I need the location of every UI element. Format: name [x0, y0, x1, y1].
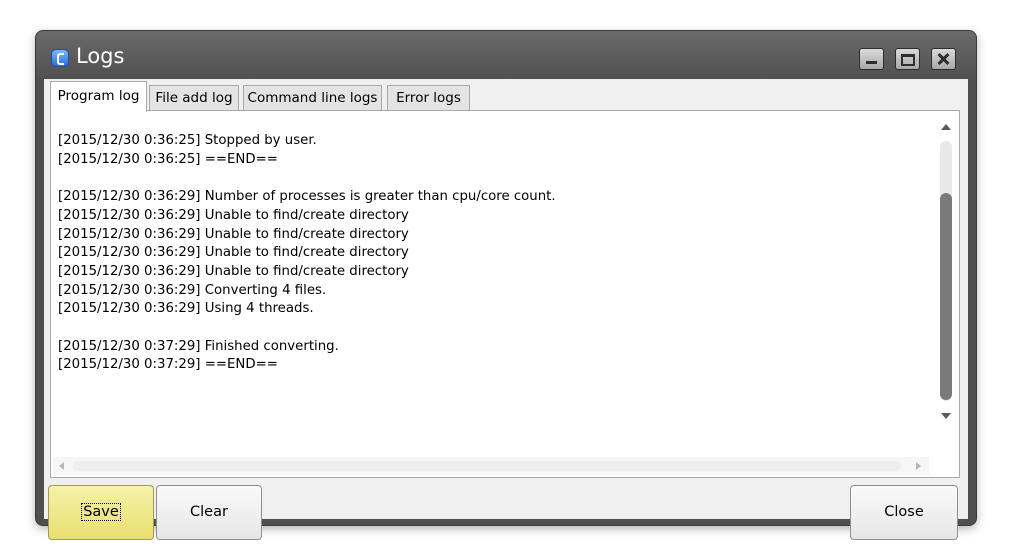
tab-error-logs[interactable]: Error logs [387, 85, 470, 110]
button-bar: Save Clear Close [44, 483, 968, 540]
vertical-scrollbar[interactable] [935, 113, 957, 427]
scroll-up-icon[interactable] [941, 124, 951, 130]
window-client-area: Program log File add log Command line lo… [44, 79, 968, 540]
scroll-right-icon[interactable] [916, 462, 921, 470]
tab-file-add-log[interactable]: File add log [149, 85, 239, 110]
save-button-label: Save [81, 503, 121, 521]
maximize-icon[interactable] [895, 48, 920, 70]
tab-program-log[interactable]: Program log [50, 81, 147, 112]
horizontal-scrollbar[interactable] [53, 457, 929, 475]
save-button[interactable]: Save [48, 485, 154, 540]
scroll-down-icon[interactable] [941, 413, 951, 419]
scrollbar-corner [935, 457, 957, 475]
logs-window: Logs Program log File add log Command li… [36, 31, 976, 540]
minimize-icon[interactable] [859, 48, 884, 70]
log-panel: [2015/12/30 0:36:25] Stopped by user. [2… [50, 110, 960, 478]
clear-button[interactable]: Clear [156, 485, 262, 540]
close-icon[interactable] [931, 48, 956, 70]
vertical-scroll-thumb[interactable] [940, 193, 952, 400]
close-button[interactable]: Close [850, 485, 958, 540]
tab-command-line-logs[interactable]: Command line logs [243, 85, 382, 110]
horizontal-scroll-track[interactable] [73, 461, 901, 471]
scroll-left-icon[interactable] [59, 462, 64, 470]
window-title: Logs [76, 44, 125, 68]
log-text[interactable]: [2015/12/30 0:36:25] Stopped by user. [2… [58, 132, 928, 448]
app-icon [51, 49, 69, 67]
title-bar[interactable]: Logs [36, 31, 976, 79]
